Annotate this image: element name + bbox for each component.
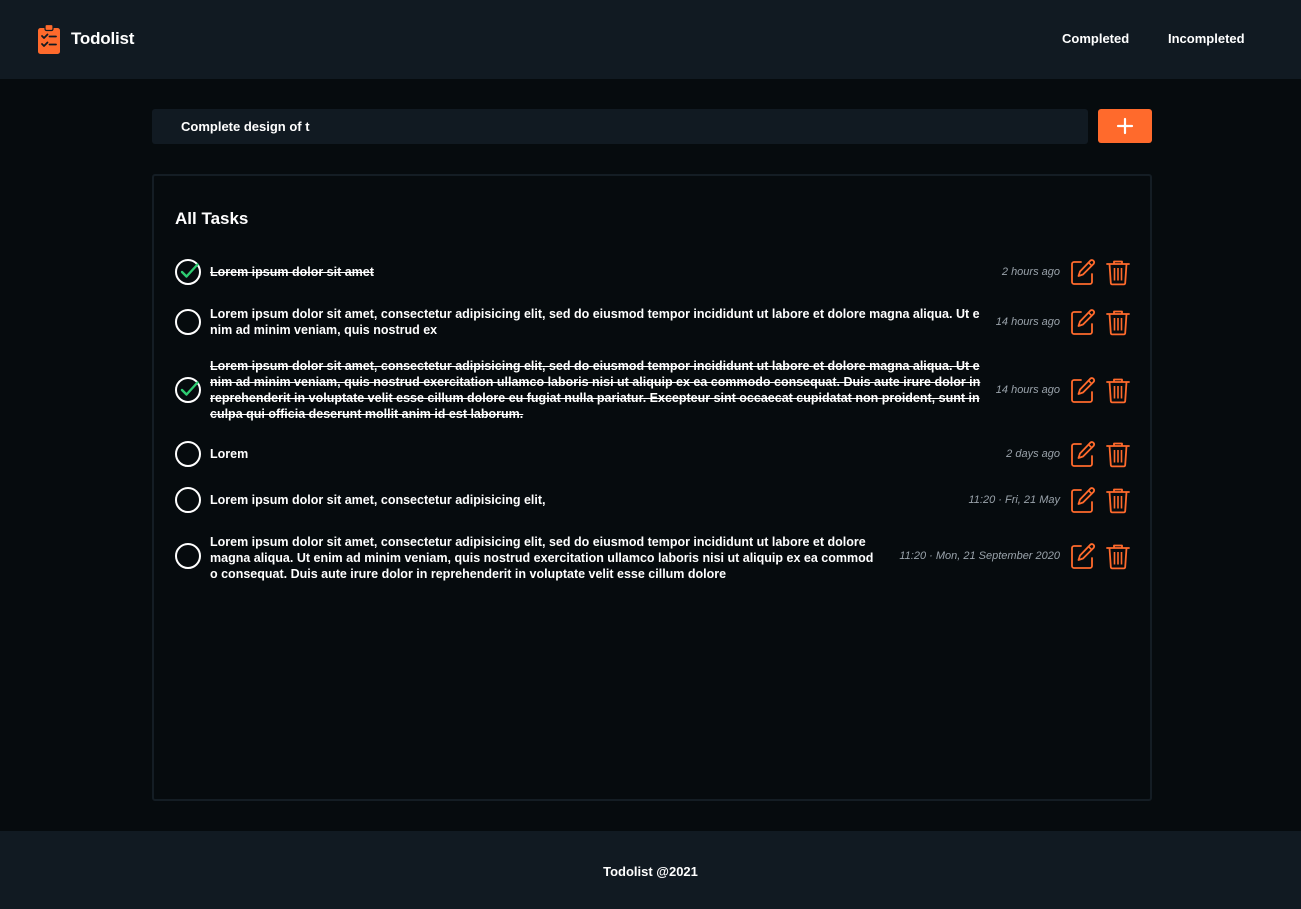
task-item: Lorem ipsum dolor sit amet, consectetur … (154, 532, 1150, 582)
delete-button[interactable] (1104, 376, 1132, 404)
task-time: 2 hours ago (1001, 266, 1060, 278)
top-navbar: Todolist Completed Incompleted (0, 0, 1301, 79)
circle-icon (175, 543, 201, 569)
task-item: Lorem 2 days ago (154, 440, 1150, 468)
edit-button[interactable] (1069, 258, 1097, 286)
task-text: Lorem ipsum dolor sit amet, consectetur … (210, 307, 980, 337)
edit-button[interactable] (1069, 440, 1097, 468)
edit-pencil-icon (1071, 487, 1095, 513)
task-time: 11:20 · Fri, 21 May (968, 494, 1061, 506)
task-checkbox[interactable] (174, 376, 202, 404)
trash-icon (1106, 442, 1130, 468)
task-checkbox[interactable] (174, 258, 202, 286)
task-text: Lorem (210, 447, 249, 461)
delete-button[interactable] (1104, 542, 1132, 570)
task-item: Lorem ipsum dolor sit amet, consectetur … (154, 306, 1150, 340)
task-item: Lorem ipsum dolor sit amet 2 hours ago (154, 258, 1150, 286)
task-item: Lorem ipsum dolor sit amet, consectetur … (154, 358, 1150, 424)
task-text: Lorem ipsum dolor sit amet, consectetur … (210, 493, 546, 507)
delete-button[interactable] (1104, 308, 1132, 336)
edit-button[interactable] (1069, 376, 1097, 404)
task-time: 2 days ago (1006, 448, 1060, 460)
delete-button[interactable] (1104, 258, 1132, 286)
delete-button[interactable] (1104, 486, 1132, 514)
nav-incompleted-link[interactable]: Incompleted (1168, 31, 1245, 46)
plus-icon (1116, 117, 1134, 135)
new-task-input[interactable] (152, 109, 1088, 144)
edit-button[interactable] (1069, 308, 1097, 336)
task-text: Lorem ipsum dolor sit amet, consectetur … (210, 535, 874, 581)
trash-icon (1106, 378, 1130, 404)
page-footer: Todolist @2021 (0, 831, 1301, 909)
task-checkbox[interactable] (174, 308, 202, 336)
nav-completed-link[interactable]: Completed (1062, 31, 1129, 46)
edit-pencil-icon (1071, 543, 1095, 569)
trash-icon (1106, 544, 1130, 570)
tasks-panel: All Tasks Lorem ipsum dolor sit amet 2 h… (152, 174, 1152, 801)
add-task-button[interactable] (1098, 109, 1152, 143)
trash-icon (1106, 310, 1130, 336)
trash-icon (1106, 260, 1130, 286)
task-list: Lorem ipsum dolor sit amet 2 hours ago L… (154, 176, 1150, 799)
circle-icon (175, 309, 201, 335)
trash-icon (1106, 488, 1130, 514)
task-time: 14 hours ago (995, 316, 1060, 328)
circle-icon (175, 487, 201, 513)
task-item: Lorem ipsum dolor sit amet, consectetur … (154, 486, 1150, 514)
edit-pencil-icon (1071, 441, 1095, 467)
task-time: 11:20 · Mon, 21 September 2020 (899, 550, 1060, 562)
edit-pencil-icon (1071, 259, 1095, 285)
task-text: Lorem ipsum dolor sit amet, consectetur … (210, 359, 981, 421)
task-checkbox[interactable] (174, 486, 202, 514)
delete-button[interactable] (1104, 440, 1132, 468)
check-circle-icon (175, 377, 201, 403)
edit-button[interactable] (1069, 486, 1097, 514)
edit-pencil-icon (1071, 309, 1095, 335)
edit-pencil-icon (1071, 377, 1095, 403)
edit-button[interactable] (1069, 542, 1097, 570)
task-checkbox[interactable] (174, 440, 202, 468)
check-circle-icon (175, 259, 201, 285)
main-nav: Completed Incompleted (0, 31, 1301, 49)
task-text: Lorem ipsum dolor sit amet (210, 265, 374, 279)
task-time: 14 hours ago (995, 384, 1060, 396)
task-checkbox[interactable] (174, 542, 202, 570)
circle-icon (175, 441, 201, 467)
footer-text: Todolist @2021 (603, 864, 698, 879)
add-task-form (152, 109, 1152, 144)
